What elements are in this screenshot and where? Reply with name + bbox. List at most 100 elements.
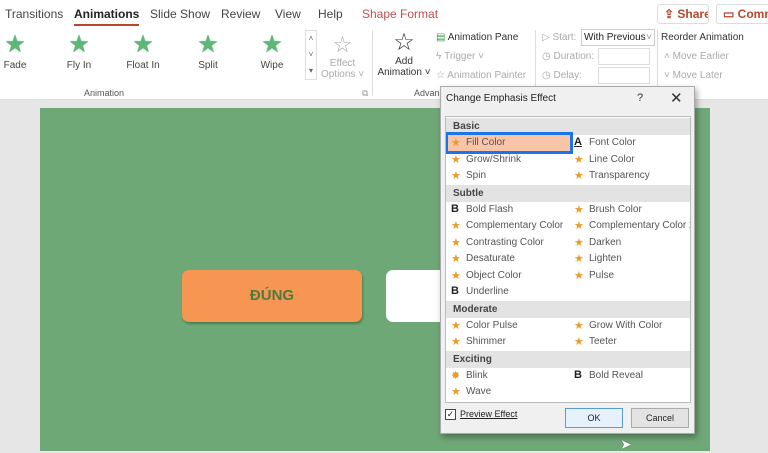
effect-item-blink[interactable]: ✸ Blink [448,368,488,384]
section-header-basic: Basic [446,118,690,135]
mouse-cursor-icon: ➤ [620,436,632,452]
ok-button[interactable]: OK [565,408,623,428]
effect-item-spin[interactable]: ★ Spin [448,168,486,184]
chevron-down-icon: ˅ [664,70,673,81]
animation-painter-button[interactable]: ☆ Animation Painter [436,70,526,81]
gallery-split[interactable]: ★ Split [183,32,233,72]
effect-item-shimmer[interactable]: ★ Shimmer [448,334,506,350]
effect-item-desaturate[interactable]: ★ Desaturate [448,251,515,267]
effect-item-label: Underline [466,286,509,297]
help-button[interactable]: ? [637,92,643,104]
effect-item-label: Fill Color [466,137,506,148]
change-emphasis-effect-dialog: Change Emphasis Effect ? ✕ Basic ★ Fill Co… [440,86,695,434]
effect-item-fill-color[interactable]: ★ Fill Color [446,132,573,154]
gallery-scroll[interactable]: ˄ ˅ ▾ [305,30,317,80]
effect-item-lighten[interactable]: ★ Lighten [571,251,622,267]
gallery-float-in[interactable]: ★ Float In [118,32,168,72]
tab-view[interactable]: View [275,7,301,21]
effect-item-darken[interactable]: ★ Darken [571,235,621,251]
effect-item-grow-shrink[interactable]: ★ Grow/Shrink [448,152,521,168]
group-label-animation: Animation [84,88,125,98]
bold-b-icon: B [451,202,459,215]
close-button[interactable]: ✕ [670,89,683,107]
start-select[interactable]: With Previous ˅ [581,29,655,46]
effect-item-label: Transparency [589,170,650,181]
dialog-launcher-icon[interactable]: ⧉ [362,88,368,99]
effect-list[interactable]: Basic ★ Fill Color A Font Color ★ Grow/Shrink ★… [445,116,691,403]
effect-item-bold-flash[interactable]: B Bold Flash [448,202,513,218]
painter-icon: ☆ [436,70,448,81]
effect-item-font-color[interactable]: A Font Color [571,135,636,151]
answer-shape-dung[interactable]: ĐÚNG [182,270,362,322]
effect-item-underline[interactable]: B Underline [448,284,509,300]
effect-item-brush-color[interactable]: ★ Brush Color [571,202,642,218]
effect-item-complementary-color[interactable]: ★ Complementary Color [448,218,563,234]
add-animation-button[interactable]: ☆ Add Animation ˅ [376,30,432,79]
effect-star-icon: ★ [451,269,461,282]
effect-item-grow-with-color[interactable]: ★ Grow With Color [571,318,662,334]
tab-help[interactable]: Help [318,7,343,21]
effect-item-complementary-color-2[interactable]: ★ Complementary Color 2 [571,218,691,234]
tab-transitions[interactable]: Transitions [5,7,63,21]
chevron-up-icon: ˄ [664,51,673,62]
gallery-fade[interactable]: ★ Fade [0,32,40,72]
answer-shape-white[interactable] [386,270,446,322]
font-color-icon: A [574,136,582,148]
cancel-button[interactable]: Cancel [631,408,689,428]
star-gear-icon: ☆ [332,32,353,57]
effect-item-label: Complementary Color 2 [589,220,691,231]
effect-item-color-pulse[interactable]: ★ Color Pulse [448,318,518,334]
comment-icon: ▭ [723,7,738,21]
effect-item-label: Blink [466,369,488,381]
effect-star-icon: ★ [451,386,461,398]
move-later-button[interactable]: ˅ Move Later [664,70,723,81]
effect-star-icon: ★ [574,336,584,348]
tab-animations[interactable]: Animations [74,7,140,26]
bold-b-icon: B [451,285,459,297]
gallery-fly-in[interactable]: ★ Fly In [54,32,104,72]
comments-button[interactable]: ▭ Comme [716,4,768,24]
effect-item-label: Teeter [589,336,617,347]
effect-options-button[interactable]: ☆ Effect Options ˅ [320,32,365,80]
effect-item-transparency[interactable]: ★ Transparency [571,168,650,184]
chevron-down-icon: ˅ [646,32,652,43]
effect-star-icon: ★ [574,236,584,249]
effect-item-bold-reveal[interactable]: B Bold Reveal [571,368,643,384]
tab-shape-format[interactable]: Shape Format [362,7,438,21]
delay-input[interactable] [598,67,650,84]
move-earlier-button[interactable]: ˄ Move Earlier [664,51,729,62]
lightning-icon: ϟ [436,51,445,62]
effect-item-pulse[interactable]: ★ Pulse [571,268,614,284]
effect-star-icon: ★ [451,137,461,149]
start-label: ▷ Start: [542,32,577,43]
effect-item-label: Complementary Color [466,220,564,231]
effect-star-icon: ★ [574,269,584,282]
effect-item-contrasting-color[interactable]: ★ Contrasting Color [448,235,544,251]
effect-item-wave[interactable]: ★ Wave [448,384,491,400]
share-button[interactable]: ⇪ Share [657,4,709,24]
effect-star-icon: ★ [574,220,584,232]
effect-star-icon: ★ [451,236,461,249]
effect-star-icon: ★ [574,170,584,182]
tab-slide-show[interactable]: Slide Show [150,7,210,21]
delay-label: ◷ Delay: [542,70,582,81]
effect-item-label: Color Pulse [466,319,518,331]
effect-item-label: Grow/Shrink [466,153,522,165]
tab-review[interactable]: Review [221,7,260,21]
gallery-wipe[interactable]: ★ Wipe [247,32,297,72]
section-header-subtle: Subtle [446,184,690,202]
duration-input[interactable] [598,48,650,65]
effect-item-line-color[interactable]: ★ Line Color [571,152,635,168]
animation-pane-button[interactable]: ▤ Animation Pane [436,32,518,43]
trigger-button[interactable]: ϟ Trigger ˅ [436,51,484,62]
effect-item-label: Contrasting Color [466,236,544,248]
effect-item-teeter[interactable]: ★ Teeter [571,334,617,350]
section-header-exciting: Exciting [446,350,690,368]
preview-effect-checkbox[interactable]: ✓ Preview Effect [445,409,517,421]
effect-star-icon: ★ [574,319,584,332]
dialog-title: Change Emphasis Effect [446,93,556,104]
duration-label: ◷ Duration: [542,51,595,62]
ribbon-tabs: Transitions Animations Slide Show Review… [0,0,768,28]
effect-item-object-color[interactable]: ★ Object Color [448,268,522,284]
share-icon: ⇪ [664,7,678,21]
